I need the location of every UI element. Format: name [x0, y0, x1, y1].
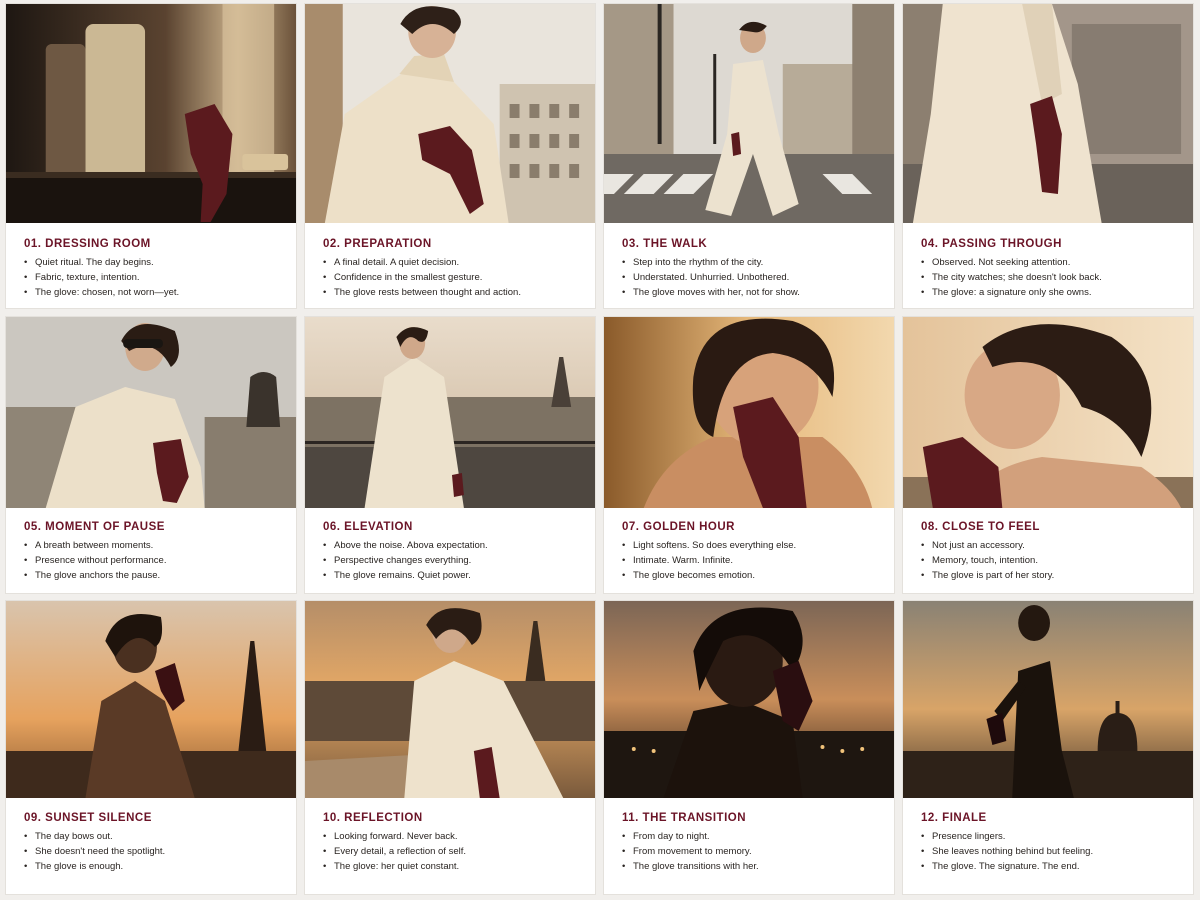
panel-bullet: Above the noise. Abova expectation. — [323, 538, 577, 553]
panel-bullet: The glove anchors the pause. — [24, 568, 278, 583]
panel-title: 03. THE WALK — [622, 238, 708, 250]
panel-photo-moment-of-pause — [6, 317, 296, 508]
panel-bullet-list: The day bows out. She doesn't need the s… — [24, 829, 278, 874]
panel-bullet: Quiet ritual. The day begins. — [24, 255, 278, 270]
dressing-room-illustration — [6, 4, 296, 223]
panel-card-10: 10. REFLECTION Looking forward. Never ba… — [304, 600, 596, 895]
panel-bullet: Every detail, a reflection of self. — [323, 844, 577, 859]
panel-bullet: Looking forward. Never back. — [323, 829, 577, 844]
panel-bullet-list: From day to night. From movement to memo… — [622, 829, 876, 874]
panel-card-11: 11. THE TRANSITION From day to night. Fr… — [603, 600, 895, 895]
panel-title: 08. CLOSE TO FEEL — [921, 521, 1040, 533]
panel-photo-close-to-feel — [903, 317, 1193, 508]
panel-bullet: From day to night. — [622, 829, 876, 844]
panel-photo-finale — [903, 601, 1193, 798]
panel-bullet: Step into the rhythm of the city. — [622, 255, 876, 270]
golden-hour-illustration — [604, 317, 894, 508]
panel-bullet: A final detail. A quiet decision. — [323, 255, 577, 270]
panel-photo-reflection — [305, 601, 595, 798]
panel-bullet: The glove transitions with her. — [622, 859, 876, 874]
the-walk-illustration — [604, 4, 894, 223]
moment-of-pause-illustration — [6, 317, 296, 508]
panel-title: 12. FINALE — [921, 812, 987, 824]
panel-photo-preparation — [305, 4, 595, 223]
panel-bullet: The glove remains. Quiet power. — [323, 568, 577, 583]
close-to-feel-illustration — [903, 317, 1193, 508]
panel-bullet: The glove. The signature. The end. — [921, 859, 1175, 874]
panel-bullet: The glove moves with her, not for show. — [622, 285, 876, 300]
panel-bullet: The glove is part of her story. — [921, 568, 1175, 583]
panel-bullet: The glove: her quiet constant. — [323, 859, 577, 874]
panel-bullet-list: Light softens. So does everything else. … — [622, 538, 876, 583]
panel-bullet-list: Step into the rhythm of the city. Unders… — [622, 255, 876, 300]
panel-title: 10. REFLECTION — [323, 812, 423, 824]
panel-card-02: 02. PREPARATION A final detail. A quiet … — [304, 3, 596, 309]
panel-photo-sunset-silence — [6, 601, 296, 798]
panel-title: 11. THE TRANSITION — [622, 812, 747, 824]
panel-bullet: Fabric, texture, intention. — [24, 270, 278, 285]
panel-card-05: 05. MOMENT OF PAUSE A breath between mom… — [5, 316, 297, 594]
panel-bullet-list: Observed. Not seeking attention. The cit… — [921, 255, 1175, 300]
panel-bullet: Presence lingers. — [921, 829, 1175, 844]
panel-title: 04. PASSING THROUGH — [921, 238, 1062, 250]
panel-bullet: Light softens. So does everything else. — [622, 538, 876, 553]
panel-bullet: She leaves nothing behind but feeling. — [921, 844, 1175, 859]
panel-card-08: 08. CLOSE TO FEEL Not just an accessory.… — [902, 316, 1194, 594]
panel-bullet-list: A breath between moments. Presence witho… — [24, 538, 278, 583]
panel-card-09: 09. SUNSET SILENCE The day bows out. She… — [5, 600, 297, 895]
panel-bullet: Memory, touch, intention. — [921, 553, 1175, 568]
panel-bullet: Confidence in the smallest gesture. — [323, 270, 577, 285]
finale-illustration — [903, 601, 1193, 798]
panel-photo-elevation — [305, 317, 595, 508]
panel-bullet: Perspective changes everything. — [323, 553, 577, 568]
panel-photo-the-transition — [604, 601, 894, 798]
panel-bullet: The glove becomes emotion. — [622, 568, 876, 583]
panel-bullet: She doesn't need the spotlight. — [24, 844, 278, 859]
panel-photo-dressing-room — [6, 4, 296, 223]
panel-bullet: A breath between moments. — [24, 538, 278, 553]
panel-bullet: The glove: a signature only she owns. — [921, 285, 1175, 300]
elevation-illustration — [305, 317, 595, 508]
panel-title: 02. PREPARATION — [323, 238, 432, 250]
panel-photo-golden-hour — [604, 317, 894, 508]
reflection-illustration — [305, 601, 595, 798]
preparation-illustration — [305, 4, 595, 223]
panel-bullet-list: A final detail. A quiet decision. Confid… — [323, 255, 577, 300]
panel-bullet: The glove: chosen, not worn—yet. — [24, 285, 278, 300]
panel-bullet-list: Above the noise. Abova expectation. Pers… — [323, 538, 577, 583]
panel-bullet: From movement to memory. — [622, 844, 876, 859]
panel-title: 06. ELEVATION — [323, 521, 413, 533]
panel-bullet-list: Quiet ritual. The day begins. Fabric, te… — [24, 255, 278, 300]
passing-through-illustration — [903, 4, 1193, 223]
panel-card-12: 12. FINALE Presence lingers. She leaves … — [902, 600, 1194, 895]
panel-bullet-list: Looking forward. Never back. Every detai… — [323, 829, 577, 874]
panel-card-04: 04. PASSING THROUGH Observed. Not seekin… — [902, 3, 1194, 309]
panel-title: 01. DRESSING ROOM — [24, 238, 151, 250]
panel-bullet: The glove is enough. — [24, 859, 278, 874]
panel-photo-passing-through — [903, 4, 1193, 223]
panel-bullet: Intimate. Warm. Infinite. — [622, 553, 876, 568]
panel-bullet: Not just an accessory. — [921, 538, 1175, 553]
panel-title: 05. MOMENT OF PAUSE — [24, 521, 165, 533]
panel-photo-the-walk — [604, 4, 894, 223]
storyboard-grid: 01. DRESSING ROOM Quiet ritual. The day … — [0, 0, 1200, 900]
sunset-silence-illustration — [6, 601, 296, 798]
panel-bullet: The glove rests between thought and acti… — [323, 285, 577, 300]
panel-card-01: 01. DRESSING ROOM Quiet ritual. The day … — [5, 3, 297, 309]
panel-bullet-list: Not just an accessory. Memory, touch, in… — [921, 538, 1175, 583]
the-transition-illustration — [604, 601, 894, 798]
panel-title: 09. SUNSET SILENCE — [24, 812, 152, 824]
panel-card-07: 07. GOLDEN HOUR Light softens. So does e… — [603, 316, 895, 594]
panel-bullet: Observed. Not seeking attention. — [921, 255, 1175, 270]
panel-bullet: The day bows out. — [24, 829, 278, 844]
panel-bullet-list: Presence lingers. She leaves nothing beh… — [921, 829, 1175, 874]
panel-bullet: Understated. Unhurried. Unbothered. — [622, 270, 876, 285]
panel-bullet: Presence without performance. — [24, 553, 278, 568]
panel-title: 07. GOLDEN HOUR — [622, 521, 735, 533]
panel-card-06: 06. ELEVATION Above the noise. Abova exp… — [304, 316, 596, 594]
panel-card-03: 03. THE WALK Step into the rhythm of the… — [603, 3, 895, 309]
panel-bullet: The city watches; she doesn't look back. — [921, 270, 1175, 285]
